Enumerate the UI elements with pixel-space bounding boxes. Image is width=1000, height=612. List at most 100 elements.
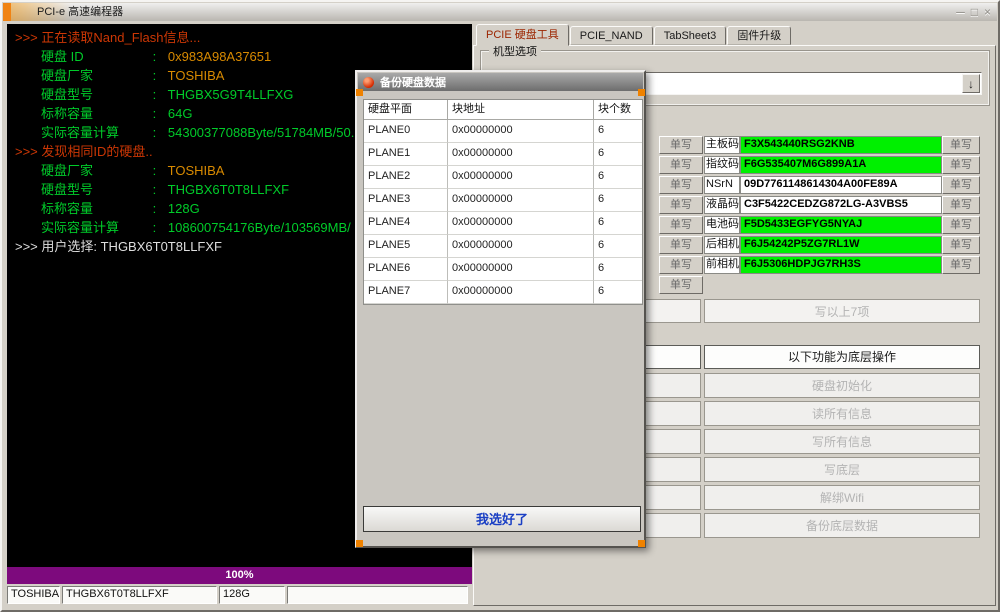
confirm-button[interactable]: 我选好了 — [363, 506, 641, 532]
plane-table-body: PLANE0 0x00000000 6 PLANE1 0x00000000 6 … — [364, 120, 642, 304]
plane-table-header-cell: 块地址 — [448, 100, 594, 120]
console-line: >>> 正在读取Nand_Flash信息... — [7, 28, 472, 47]
block-address-cell: 0x00000000 — [448, 189, 594, 212]
write-single-button[interactable]: 单写 — [942, 236, 980, 254]
plane-table-header-cell: 块个数 — [594, 100, 642, 120]
console-line: 硬盘 ID : 0x983A98A37651 — [7, 47, 472, 66]
dialog-corner-accent — [356, 89, 363, 96]
plane-table-row[interactable]: PLANE4 0x00000000 6 — [364, 212, 642, 235]
console-field-value: 128G — [167, 201, 200, 216]
status-bar: TOSHIBA THGBX6T0T8LLFXF 128G — [7, 586, 472, 604]
field-row: NSrN 09D7761148614304A00FE89A 单写 — [704, 176, 980, 196]
tab[interactable]: PCIE_NAND — [569, 26, 653, 45]
lower-action-button[interactable]: 读所有信息 — [704, 401, 980, 426]
console-field-label: 硬盘厂家 — [41, 163, 94, 178]
block-address-cell: 0x00000000 — [448, 235, 594, 258]
console-field-value: 108600754176Byte/103569MB/ — [167, 220, 351, 235]
code-fields: 主板码 F3X543440RSG2KNB 单写 指纹码 F6G535407M6G… — [704, 136, 980, 276]
block-address-cell: 0x00000000 — [448, 212, 594, 235]
block-address-cell: 0x00000000 — [448, 143, 594, 166]
write-all-button[interactable]: 写以上7项 — [704, 299, 980, 323]
lower-action-button[interactable]: 解绑Wifi — [704, 485, 980, 510]
plane-table-header-cell: 硬盘平面 — [364, 100, 448, 120]
write-single-button[interactable]: 单写 — [942, 136, 980, 154]
field-label: 后相机 — [704, 236, 740, 254]
maximize-icon[interactable]: □ — [971, 5, 978, 19]
console-field-label: 标称容量 — [41, 201, 94, 216]
write-single-button[interactable]: 单写 — [659, 196, 703, 214]
console-field-value: 64G — [167, 106, 193, 121]
combobox-dropdown-icon[interactable]: ↓ — [962, 74, 980, 93]
console-raw-text: >>> 用户选择: THGBX6T0T8LLFXF — [15, 239, 222, 254]
plane-table-row[interactable]: PLANE5 0x00000000 6 — [364, 235, 642, 258]
dialog-corner-accent — [356, 540, 363, 547]
lower-action-button[interactable]: 硬盘初始化 — [704, 373, 980, 398]
console-separator: : — [152, 49, 157, 64]
field-row: 主板码 F3X543440RSG2KNB 单写 — [704, 136, 980, 156]
plane-name-cell: PLANE0 — [364, 120, 448, 143]
block-count-cell: 6 — [594, 235, 642, 258]
block-count-cell: 6 — [594, 281, 642, 304]
field-row: 液晶码 C3F5422CEDZG872LG-A3VBS5 单写 — [704, 196, 980, 216]
plane-table-row[interactable]: PLANE0 0x00000000 6 — [364, 120, 642, 143]
tab[interactable]: 固件升级 — [727, 26, 792, 45]
console-field-value: THGBX6T0T8LLFXF — [167, 182, 290, 197]
write-single-button[interactable]: 单写 — [659, 136, 703, 154]
window-controls: ─ □ × — [956, 3, 991, 21]
plane-table-row[interactable]: PLANE6 0x00000000 6 — [364, 258, 642, 281]
write-single-button[interactable]: 单写 — [659, 156, 703, 174]
write-single-button[interactable]: 单写 — [942, 176, 980, 194]
lower-action-button[interactable]: 写底层 — [704, 457, 980, 482]
write-single-button[interactable]: 单写 — [659, 276, 703, 294]
write-single-button[interactable]: 单写 — [942, 216, 980, 234]
status-cell: THGBX6T0T8LLFXF — [62, 586, 217, 604]
window-title: PCI-e 高速编程器 — [37, 6, 124, 18]
console-separator: : — [152, 220, 157, 235]
plane-table-row[interactable]: PLANE1 0x00000000 6 — [364, 143, 642, 166]
write-single-button[interactable]: 单写 — [942, 196, 980, 214]
lower-action-button[interactable]: 写所有信息 — [704, 429, 980, 454]
console-separator: : — [152, 125, 157, 140]
field-row: 前相机 F6J5306HDPJG7RH3S 单写 — [704, 256, 980, 276]
console-separator: : — [152, 201, 157, 216]
backup-dialog: 备份硬盘数据 硬盘平面 块地址 块个数 PLANE0 0x00000000 6 … — [355, 70, 646, 548]
lower-section-header: 以下功能为底层操作 — [704, 345, 980, 369]
lower-action-button[interactable]: 备份底层数据 — [704, 513, 980, 538]
dialog-title-bar[interactable]: 备份硬盘数据 — [358, 73, 643, 91]
dialog-corner-accent — [638, 89, 645, 96]
write-single-button[interactable]: 单写 — [659, 216, 703, 234]
minimize-icon[interactable]: ─ — [956, 5, 965, 19]
left-write-column: 单写 单写 单写 单写 单写 单写 单写 单写 — [659, 136, 703, 296]
tab[interactable]: PCIE 硬盘工具 — [476, 24, 569, 46]
dialog-app-icon — [363, 76, 374, 88]
close-icon[interactable]: × — [984, 5, 991, 19]
tab[interactable]: TabSheet3 — [653, 26, 727, 45]
console-separator: : — [152, 163, 157, 178]
console-field-value: 54300377088Byte/51784MB/50. — [167, 125, 355, 140]
plane-table-row[interactable]: PLANE3 0x00000000 6 — [364, 189, 642, 212]
write-single-button[interactable]: 单写 — [659, 236, 703, 254]
plane-name-cell: PLANE5 — [364, 235, 448, 258]
console-field-label: 硬盘型号 — [41, 182, 94, 197]
write-single-button[interactable]: 单写 — [659, 176, 703, 194]
console-field-label: 实际容量计算 — [41, 220, 120, 235]
console-separator: : — [152, 87, 157, 102]
plane-table-row[interactable]: PLANE2 0x00000000 6 — [364, 166, 642, 189]
write-single-button[interactable]: 单写 — [659, 256, 703, 274]
block-count-cell: 6 — [594, 143, 642, 166]
plane-table-row[interactable]: PLANE7 0x00000000 6 — [364, 281, 642, 304]
status-cell — [287, 586, 468, 604]
field-label: 电池码 — [704, 216, 740, 234]
status-cell: 128G — [219, 586, 285, 604]
tab-bar: PCIE 硬盘工具 PCIE_NAND TabSheet3 固件升级 — [476, 24, 792, 46]
console-field-value: 0x983A98A37651 — [167, 49, 272, 64]
console-separator: : — [152, 182, 157, 197]
write-single-button[interactable]: 单写 — [942, 156, 980, 174]
console-field-label: 实际容量计算 — [41, 125, 120, 140]
console-field-label: 硬盘型号 — [41, 87, 94, 102]
console-separator: : — [152, 106, 157, 121]
write-single-button[interactable]: 单写 — [942, 256, 980, 274]
console-field-value: TOSHIBA — [167, 68, 225, 83]
plane-name-cell: PLANE4 — [364, 212, 448, 235]
block-address-cell: 0x00000000 — [448, 166, 594, 189]
